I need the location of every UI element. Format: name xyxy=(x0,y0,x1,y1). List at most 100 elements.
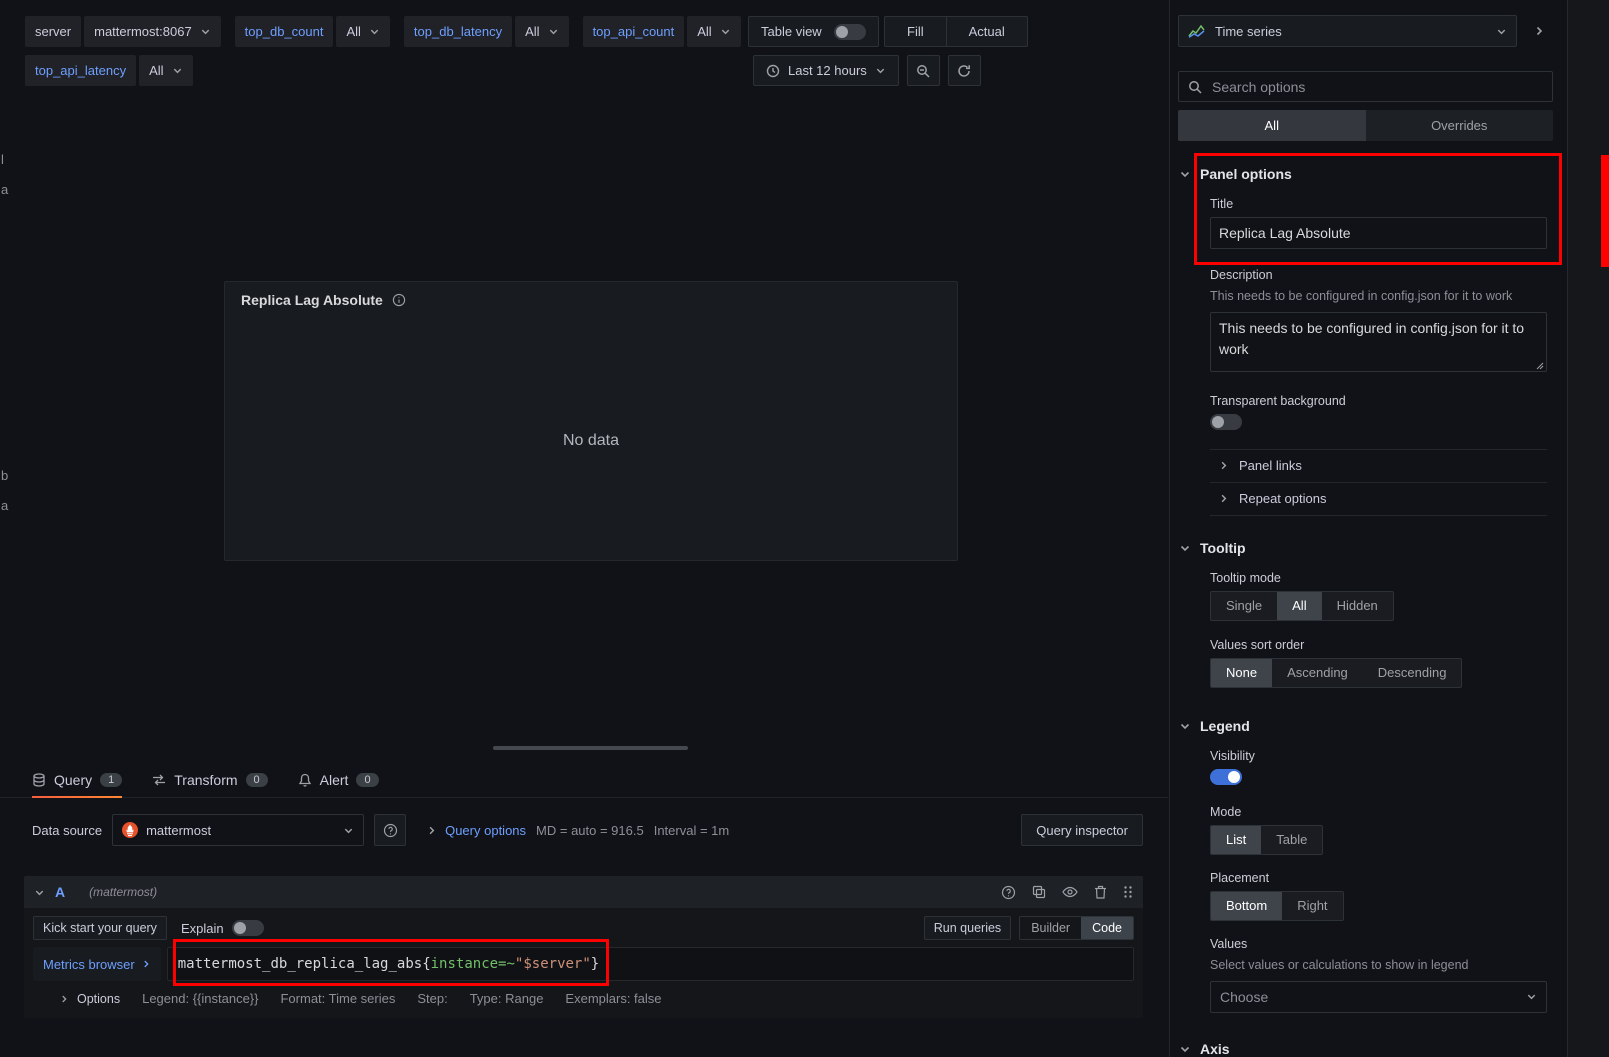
options-toggle[interactable]: Options xyxy=(59,992,120,1006)
tab-query[interactable]: Query 1 xyxy=(32,762,122,797)
tooltip-section-header[interactable]: Tooltip xyxy=(1179,540,1553,556)
datasource-row: Data source mattermost Query options MD … xyxy=(32,814,1143,846)
help-icon[interactable] xyxy=(1001,885,1016,900)
query-expression-input[interactable]: mattermost_db_replica_lag_abs{instance=~… xyxy=(167,947,1134,981)
promql-label-matcher: instance=~ xyxy=(431,956,515,972)
options-search-input[interactable] xyxy=(1210,78,1543,96)
query-ref-id: A xyxy=(55,884,65,900)
legend-section-header[interactable]: Legend xyxy=(1179,718,1553,734)
tab-all[interactable]: All xyxy=(1178,110,1366,141)
panel-description-textarea[interactable]: This needs to be configured in config.js… xyxy=(1210,312,1547,372)
chevron-down-icon xyxy=(548,26,559,37)
chevron-right-icon xyxy=(1218,460,1229,471)
resize-corner-icon[interactable] xyxy=(1536,362,1544,370)
query-row-actions xyxy=(1001,885,1133,900)
tooltip-mode-single[interactable]: Single xyxy=(1211,592,1277,620)
zoom-out-button[interactable] xyxy=(907,55,940,86)
transparent-background-label: Transparent background xyxy=(1210,394,1547,408)
tab-count-badge: 0 xyxy=(246,773,268,787)
variable-value-dropdown[interactable]: mattermost:8067 xyxy=(84,16,221,47)
panel-links-section[interactable]: Panel links xyxy=(1210,450,1547,482)
explain-toggle[interactable] xyxy=(232,920,264,936)
query-options-toggle[interactable]: Query options xyxy=(426,823,526,838)
tab-count-badge: 1 xyxy=(100,773,122,787)
transparent-background-toggle[interactable] xyxy=(1210,414,1242,430)
variable-value-dropdown[interactable]: All xyxy=(687,16,740,47)
legend-placement-label: Placement xyxy=(1210,871,1547,885)
tab-alert[interactable]: Alert 0 xyxy=(298,762,379,797)
legend-visibility-toggle[interactable] xyxy=(1210,769,1242,785)
run-queries-button[interactable]: Run queries xyxy=(924,916,1011,940)
repeat-options-section[interactable]: Repeat options xyxy=(1210,483,1547,515)
promql-brace: } xyxy=(591,956,599,972)
variable-value-dropdown[interactable]: All xyxy=(515,16,568,47)
sort-ascending[interactable]: Ascending xyxy=(1272,659,1363,687)
panel-options-section-header[interactable]: Panel options xyxy=(1179,166,1553,182)
duplicate-query-icon[interactable] xyxy=(1032,885,1046,899)
legend-values-select[interactable]: Choose xyxy=(1210,981,1547,1013)
fill-option[interactable]: Fill xyxy=(885,17,946,46)
visualization-picker[interactable]: Time series xyxy=(1178,15,1517,47)
edge-text-fragment: a xyxy=(1,498,8,513)
collapse-options-button[interactable] xyxy=(1525,15,1553,47)
query-toolbar-right: Run queries Builder Code xyxy=(924,916,1134,940)
legend-mode-list[interactable]: List xyxy=(1211,826,1261,854)
legend-mode-label: Mode xyxy=(1210,805,1547,819)
edge-text-fragment: l xyxy=(1,152,4,167)
delete-query-icon[interactable] xyxy=(1094,885,1107,899)
kickstart-button[interactable]: Kick start your query xyxy=(33,916,167,940)
variable-value: All xyxy=(525,24,539,39)
max-datapoints-meta: MD = auto = 916.5 xyxy=(536,823,644,838)
query-editor-card: A (mattermost) Kick start your query Exp… xyxy=(24,876,1143,1018)
datasource-help-button[interactable] xyxy=(374,814,406,846)
variable-label: top_db_count xyxy=(235,16,334,47)
panel-preview: Replica Lag Absolute No data xyxy=(224,281,958,561)
legend-mode-table[interactable]: Table xyxy=(1261,826,1322,854)
variable-value: All xyxy=(149,63,163,78)
datasource-select[interactable]: mattermost xyxy=(112,814,364,846)
transform-icon xyxy=(152,773,166,787)
variable-value-dropdown[interactable]: All xyxy=(336,16,389,47)
database-icon xyxy=(32,773,46,787)
query-inspector-button[interactable]: Query inspector xyxy=(1021,814,1143,846)
placement-right[interactable]: Right xyxy=(1282,892,1342,920)
legend-mode-group: List Table xyxy=(1210,825,1323,855)
section-title: Legend xyxy=(1200,718,1250,734)
sort-none[interactable]: None xyxy=(1211,659,1272,687)
actual-option[interactable]: Actual xyxy=(946,17,1027,46)
drag-handle-icon[interactable] xyxy=(1123,885,1133,899)
code-option[interactable]: Code xyxy=(1081,917,1133,939)
tab-count-badge: 0 xyxy=(356,773,378,787)
search-icon xyxy=(1188,80,1202,94)
time-range-picker[interactable]: Last 12 hours xyxy=(753,55,899,86)
tooltip-mode-hidden[interactable]: Hidden xyxy=(1322,592,1393,620)
tab-transform[interactable]: Transform 0 xyxy=(152,762,267,797)
query-options-row: Options Legend: {{instance}} Format: Tim… xyxy=(33,981,1134,1016)
format-meta: Format: Time series xyxy=(280,991,395,1006)
panel-header[interactable]: Replica Lag Absolute xyxy=(225,282,957,318)
legend-placement-group: Bottom Right xyxy=(1210,891,1344,921)
tab-overrides[interactable]: Overrides xyxy=(1366,110,1554,141)
table-view-toggle[interactable] xyxy=(834,24,866,40)
tooltip-mode-all[interactable]: All xyxy=(1277,592,1321,620)
promql-brace: { xyxy=(422,956,430,972)
sort-descending[interactable]: Descending xyxy=(1363,659,1462,687)
variable-value-dropdown[interactable]: All xyxy=(139,55,192,86)
collapsible-options: Panel links Repeat options xyxy=(1210,449,1547,516)
panel-title-input[interactable] xyxy=(1210,217,1547,249)
builder-option[interactable]: Builder xyxy=(1020,917,1081,939)
query-datasource-hint: (mattermost) xyxy=(89,885,157,899)
edge-text-fragment: a xyxy=(1,182,8,197)
query-row-header[interactable]: A (mattermost) xyxy=(24,876,1143,908)
axis-section-header[interactable]: Axis xyxy=(1179,1041,1553,1057)
pane-resize-handle[interactable] xyxy=(493,746,688,750)
toggle-visibility-icon[interactable] xyxy=(1062,886,1078,898)
bell-icon xyxy=(298,773,312,787)
refresh-button[interactable] xyxy=(948,55,981,86)
variable-value: All xyxy=(346,24,360,39)
variable-top-db-latency: top_db_latency All xyxy=(404,16,569,47)
placement-bottom[interactable]: Bottom xyxy=(1211,892,1282,920)
metrics-browser-button[interactable]: Metrics browser xyxy=(33,947,161,981)
chevron-down-icon xyxy=(1179,1043,1191,1055)
no-data-message: No data xyxy=(225,432,957,450)
